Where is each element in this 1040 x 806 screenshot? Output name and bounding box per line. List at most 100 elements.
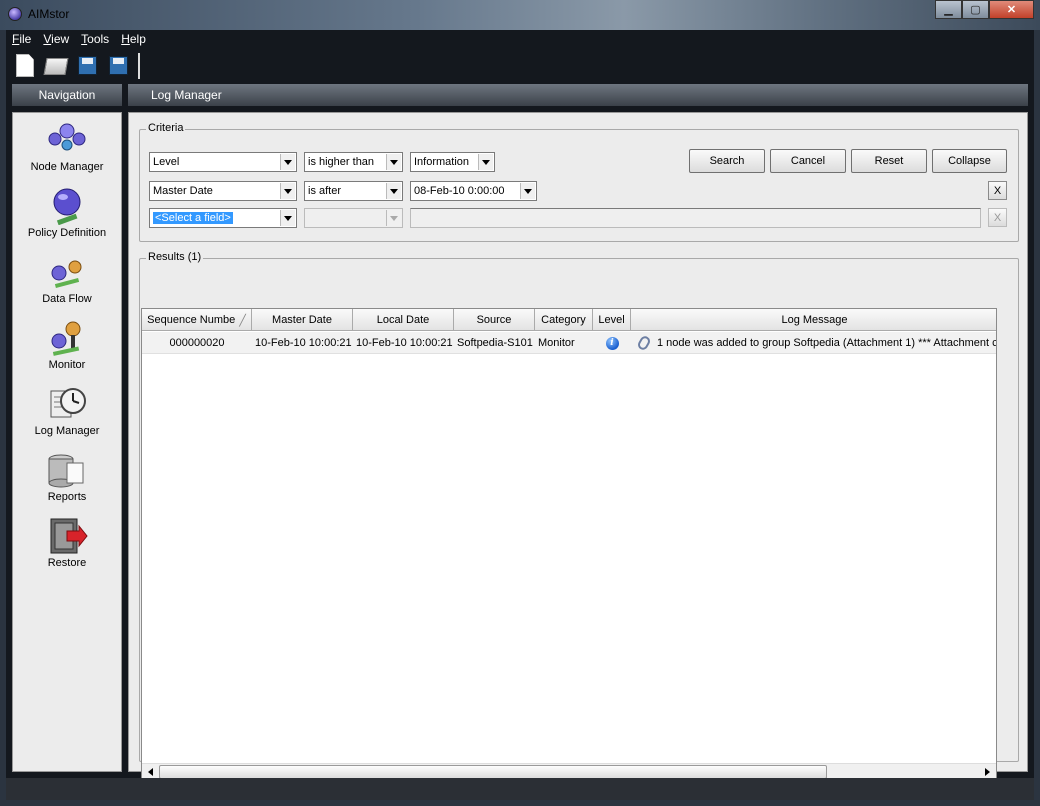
- column-header-sequence[interactable]: Sequence Numbe ╱: [142, 309, 252, 331]
- node-manager-icon: [48, 123, 86, 151]
- reports-icon: [48, 454, 84, 488]
- select-value: <Select a field>: [153, 212, 233, 224]
- nav-item-data-flow[interactable]: Data Flow: [13, 249, 121, 315]
- open-button[interactable]: [43, 52, 69, 80]
- minimize-button[interactable]: ▁: [935, 0, 962, 19]
- nav-label: Reports: [47, 491, 87, 503]
- app-orb-icon: [8, 7, 22, 21]
- new-document-icon: [16, 54, 34, 77]
- chevron-down-icon[interactable]: [280, 210, 295, 226]
- sort-icon: ╱: [239, 314, 246, 327]
- collapse-button[interactable]: Collapse: [932, 149, 1007, 173]
- monitor-icon: [51, 321, 81, 356]
- cell-source: Softpedia-S101: [457, 337, 533, 349]
- policy-definition-icon: [53, 188, 81, 225]
- navigation-header: Navigation: [12, 84, 122, 106]
- criteria-operator-select[interactable]: is higher than: [304, 152, 403, 172]
- status-bar: [6, 778, 1034, 800]
- menu-tools[interactable]: Tools: [81, 30, 109, 48]
- close-button[interactable]: ✕: [989, 0, 1034, 19]
- cell-local-date: 10-Feb-10 10:00:21: [356, 337, 453, 349]
- cell-master-date: 10-Feb-10 10:00:21: [255, 337, 352, 349]
- save-button[interactable]: [74, 52, 100, 80]
- nav-label: Data Flow: [42, 293, 92, 305]
- nav-item-reports[interactable]: Reports: [13, 447, 121, 513]
- chevron-down-icon[interactable]: [386, 183, 401, 199]
- cell-sequence: 000000020: [169, 337, 225, 349]
- cell-level: i: [593, 332, 631, 354]
- save-as-button[interactable]: [105, 52, 131, 80]
- reset-button[interactable]: Reset: [851, 149, 927, 173]
- column-header-local-date[interactable]: Local Date: [353, 309, 454, 331]
- cell-log-message: 1 node was added to group Softpedia (Att…: [631, 332, 997, 354]
- window-controls: ▁ ▢ ✕: [935, 0, 1034, 19]
- nav-label: Log Manager: [34, 425, 100, 437]
- scrollbar-thumb[interactable]: [159, 765, 827, 779]
- log-manager-header: Log Manager: [128, 84, 1028, 106]
- toolbar: [6, 50, 1034, 82]
- maximize-button[interactable]: ▢: [962, 0, 989, 19]
- table-header: Sequence Numbe ╱ Master Date Local Date …: [142, 309, 996, 331]
- nav-item-policy-definition[interactable]: Policy Definition: [13, 183, 121, 249]
- column-header-category[interactable]: Category: [535, 309, 593, 331]
- nav-item-node-manager[interactable]: Node Manager: [13, 117, 121, 183]
- column-header-level[interactable]: Level: [593, 309, 631, 331]
- select-value: 08-Feb-10 0:00:00: [414, 185, 505, 197]
- log-message-text: 1 node was added to group Softpedia (Att…: [657, 337, 997, 349]
- window-client-area: File View Tools Help Navigation Log Mana…: [6, 30, 1034, 800]
- menu-view[interactable]: View: [43, 30, 69, 48]
- nav-item-restore[interactable]: Restore: [13, 513, 121, 579]
- select-value: Master Date: [153, 185, 213, 197]
- chevron-down-icon[interactable]: [520, 183, 535, 199]
- title-bar[interactable]: AIMstor ▁ ▢ ✕: [0, 0, 1040, 30]
- criteria-value-field: [410, 208, 981, 228]
- criteria-value-select[interactable]: Information: [410, 152, 495, 172]
- remove-criteria-button[interactable]: X: [988, 181, 1007, 200]
- menu-file[interactable]: File: [12, 30, 31, 48]
- nav-label: Policy Definition: [27, 227, 107, 239]
- criteria-field-select[interactable]: <Select a field>: [149, 208, 297, 228]
- results-label: Results (1): [146, 251, 204, 263]
- criteria-field-select[interactable]: Master Date: [149, 181, 297, 201]
- select-value: Information: [414, 156, 470, 168]
- new-button[interactable]: [12, 52, 38, 80]
- save-as-icon: [109, 56, 128, 75]
- chevron-down-icon[interactable]: [280, 183, 295, 199]
- select-value: is after: [308, 185, 342, 197]
- criteria-date-select[interactable]: 08-Feb-10 0:00:00: [410, 181, 537, 201]
- criteria-operator-select: [304, 208, 403, 228]
- nav-label: Restore: [47, 557, 87, 569]
- select-value: is higher than: [308, 156, 375, 168]
- nav-label: Monitor: [48, 359, 86, 371]
- window-title: AIMstor: [28, 7, 70, 21]
- search-button[interactable]: Search: [689, 149, 765, 173]
- nav-item-log-manager[interactable]: Log Manager: [13, 381, 121, 447]
- chevron-down-icon[interactable]: [478, 154, 493, 170]
- criteria-operator-select[interactable]: is after: [304, 181, 403, 201]
- log-manager-icon: [50, 388, 86, 418]
- navigation-pane: Node Manager Policy Definition Data Flow: [12, 112, 122, 772]
- attachment-icon[interactable]: [636, 334, 652, 352]
- save-icon: [78, 56, 97, 75]
- column-label: Sequence Numbe: [147, 314, 236, 326]
- cancel-button[interactable]: Cancel: [770, 149, 846, 173]
- column-header-master-date[interactable]: Master Date: [252, 309, 353, 331]
- column-header-log-message[interactable]: Log Message: [631, 309, 996, 331]
- remove-criteria-button: X: [988, 208, 1007, 227]
- chevron-down-icon[interactable]: [280, 154, 295, 170]
- results-table[interactable]: Sequence Numbe ╱ Master Date Local Date …: [141, 308, 997, 781]
- menu-help[interactable]: Help: [121, 30, 146, 48]
- criteria-field-select[interactable]: Level: [149, 152, 297, 172]
- criteria-label: Criteria: [146, 122, 186, 134]
- nav-item-monitor[interactable]: Monitor: [13, 315, 121, 381]
- chevron-down-icon[interactable]: [386, 154, 401, 170]
- open-folder-icon: [43, 58, 69, 75]
- toolbar-separator: [138, 53, 140, 79]
- cell-category: Monitor: [538, 337, 575, 349]
- data-flow-icon: [51, 260, 82, 289]
- log-manager-pane: Criteria Level is higher than Informatio…: [128, 112, 1028, 781]
- column-header-source[interactable]: Source: [454, 309, 535, 331]
- restore-icon: [50, 518, 88, 554]
- chevron-down-icon: [386, 210, 401, 226]
- table-row[interactable]: 000000020 10-Feb-10 10:00:21 10-Feb-10 1…: [142, 332, 997, 354]
